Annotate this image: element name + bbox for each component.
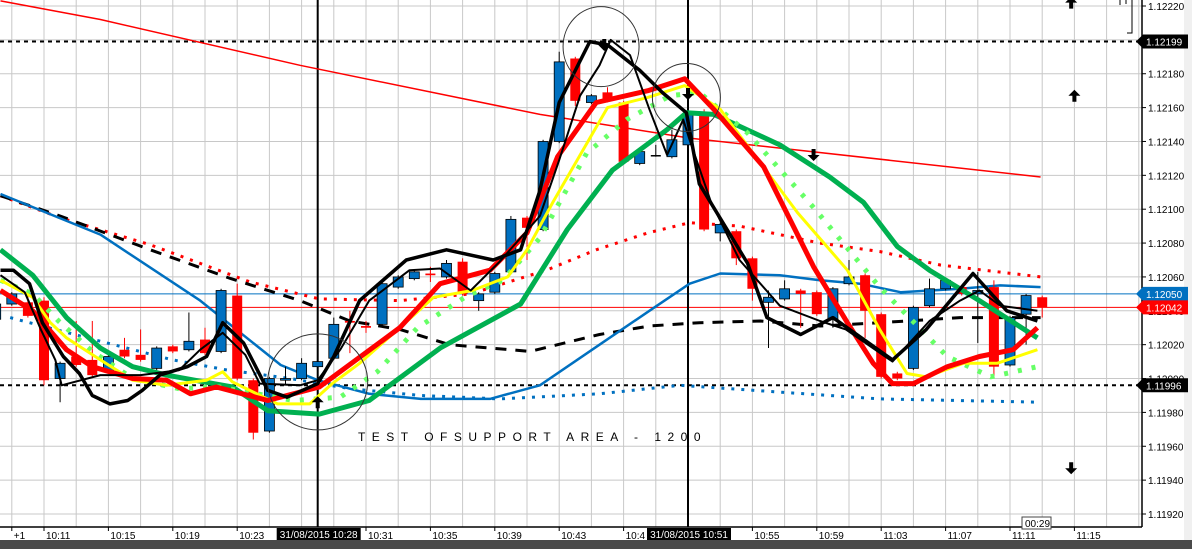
bottom-status-band bbox=[0, 540, 1192, 549]
candle-bear bbox=[795, 290, 806, 294]
candle-bull bbox=[779, 288, 790, 300]
candle-bear bbox=[167, 346, 178, 352]
y-tick-label: 1.12180 bbox=[1148, 70, 1185, 81]
y-tick-label: 1.12060 bbox=[1148, 273, 1185, 284]
candle-bear bbox=[618, 102, 629, 162]
candle-bull bbox=[280, 378, 291, 381]
y-tick-label: 1.11920 bbox=[1148, 510, 1184, 521]
price-chart[interactable]: TEST OFSUPPORT AREA - 1200 1.122201.1220… bbox=[0, 0, 1192, 549]
candle-bear bbox=[119, 349, 130, 357]
candle-bull bbox=[0, 303, 2, 320]
candle-bull bbox=[924, 288, 935, 307]
crosshair-time-label: 31/08/2015 10:28 bbox=[280, 530, 358, 541]
price-tag-label: 1.12199 bbox=[1146, 38, 1183, 49]
candle-bear bbox=[248, 380, 259, 433]
price-tag-label: 1.12042 bbox=[1146, 303, 1183, 314]
crosshair-time-label: 31/08/2015 10:51 bbox=[650, 530, 728, 541]
candle-doji bbox=[650, 155, 661, 157]
annotation-text: TEST OFSUPPORT AREA - 1200 bbox=[358, 430, 707, 444]
y-tick-label: 1.12160 bbox=[1148, 104, 1185, 115]
candle-bull bbox=[296, 362, 308, 379]
right-scroll-strip[interactable] bbox=[1184, 0, 1192, 540]
candle-bear bbox=[811, 292, 822, 315]
candle-bear bbox=[425, 273, 436, 276]
y-tick-label: 1.12080 bbox=[1148, 239, 1185, 250]
y-tick-label: 1.12020 bbox=[1148, 341, 1185, 352]
y-tick-label: 1.12100 bbox=[1148, 205, 1185, 216]
y-tick-label: 1.11960 bbox=[1148, 442, 1184, 453]
countdown-label: 00:29 bbox=[1025, 519, 1050, 530]
candle-bull bbox=[1020, 295, 1032, 315]
price-tag-label: 1.11996 bbox=[1146, 381, 1182, 392]
candle-bear bbox=[892, 373, 903, 379]
candle-bear bbox=[361, 326, 371, 328]
price-tag-label: 1.12050 bbox=[1146, 290, 1183, 301]
y-tick-label: 1.12120 bbox=[1148, 171, 1185, 182]
y-tick-label: 1.11980 bbox=[1148, 408, 1184, 419]
y-tick-label: 1.11940 bbox=[1148, 476, 1184, 487]
candle-bull bbox=[408, 271, 420, 280]
candle-bull bbox=[215, 290, 227, 352]
candle-bear bbox=[135, 354, 146, 360]
candle-bear bbox=[1037, 297, 1048, 308]
y-tick-label: 1.12140 bbox=[1148, 137, 1185, 148]
y-tick-label: 1.12220 bbox=[1148, 2, 1185, 13]
candle-bull bbox=[151, 347, 163, 369]
candle-bull bbox=[183, 340, 195, 351]
candle-bull bbox=[312, 361, 324, 368]
